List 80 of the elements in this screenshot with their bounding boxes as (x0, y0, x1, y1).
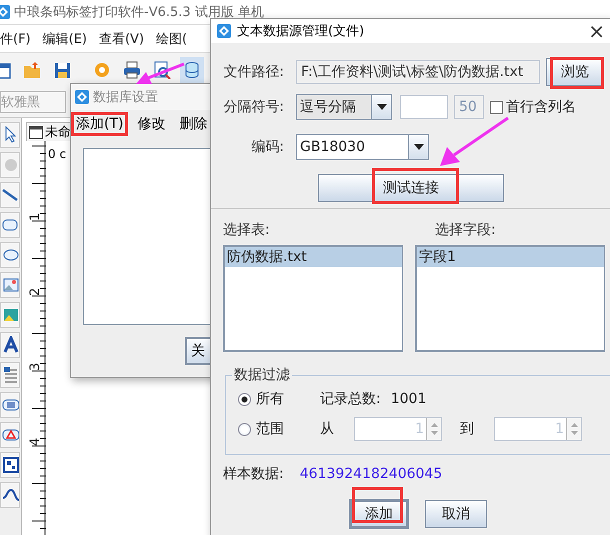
list-item[interactable]: 防伪数据.txt (225, 247, 402, 267)
menu-item[interactable]: 添加(T) (71, 112, 128, 136)
list-box[interactable]: 字段1 (415, 245, 605, 352)
ruler-origin-label: 0 c (48, 147, 66, 163)
app-logo-icon (217, 24, 231, 38)
database-icon (183, 60, 201, 78)
tool-button[interactable] (0, 482, 20, 508)
spinner-arrows-icon (570, 421, 578, 437)
document-tab[interactable]: 未命 (26, 122, 73, 141)
tool-button[interactable] (0, 332, 20, 358)
print-preview-icon (153, 60, 171, 78)
tool-button[interactable] (0, 182, 20, 208)
radio-button[interactable] (238, 392, 251, 406)
radio-button[interactable] (238, 422, 251, 436)
range-label: 从 (320, 420, 334, 438)
qr-code-icon (2, 456, 19, 474)
list-box[interactable]: 防伪数据.txt (223, 245, 403, 352)
ruler-number: 3 (28, 362, 43, 371)
checkbox-label: 首行含列名 (506, 98, 576, 116)
sample-label: 样本数据: (223, 465, 284, 483)
curve-icon (2, 486, 19, 504)
menu-item[interactable]: 查看(V) (98, 30, 144, 48)
sample-value: 4613924182406045 (300, 466, 442, 482)
dialog-title: 文本数据源管理(文件) (237, 23, 364, 40)
save-icon (53, 60, 71, 78)
ruler-number: 2 (28, 288, 43, 296)
field-label: 分隔符号: (223, 98, 284, 116)
ruler-number: 1 (28, 212, 43, 221)
tool-button[interactable] (0, 392, 20, 418)
toolbar-button[interactable] (180, 56, 204, 82)
pointer-arrow (440, 116, 509, 166)
folder-icon (23, 60, 41, 78)
pointer-arrow (136, 62, 185, 84)
line-icon (2, 186, 19, 204)
caret-icon (376, 104, 386, 110)
radio-label: 范围 (256, 420, 284, 438)
ruler-number: 4 (28, 438, 43, 446)
group-title: 数据过滤 (233, 366, 291, 384)
custom-separator-field[interactable] (400, 95, 448, 119)
field-label: 文件路径: (223, 63, 284, 81)
rich-text-icon (2, 366, 19, 384)
encoding-dropdown[interactable]: GB18030 (296, 134, 429, 160)
window-title: 中琅条码标签打印软件-V6.5.3 试用版 单机 (14, 4, 264, 21)
radio-label: 所有 (256, 390, 284, 408)
field-label: 编码: (250, 138, 284, 156)
tool-button[interactable] (0, 212, 20, 238)
file-path-field[interactable]: F:\工作资料\测试\标签\防伪数据.txt (296, 60, 540, 84)
menu-item[interactable]: 绘图( (156, 30, 188, 48)
tool-button[interactable] (0, 242, 20, 268)
tool-button[interactable] (0, 272, 20, 298)
dialog-button[interactable]: 取消 (425, 500, 487, 528)
menu-item[interactable]: 修改 (132, 112, 170, 136)
app-logo-icon (75, 90, 89, 104)
window-icon (29, 126, 43, 138)
test-connection-button[interactable]: 测试连接 (318, 174, 504, 202)
menu-item[interactable]: 编辑(E) (42, 30, 87, 48)
picture-icon (2, 306, 19, 324)
menu-item[interactable]: 删除 (174, 112, 212, 136)
list-heading: 选择表: (223, 221, 271, 239)
image-icon (2, 276, 19, 294)
disabled-tool-icon (2, 156, 19, 174)
dialog-title: 数据库设置 (93, 89, 158, 106)
count-label: 记录总数: (320, 390, 381, 408)
menu-item[interactable]: 件(F) (0, 30, 31, 48)
text-icon (2, 336, 19, 354)
checkbox[interactable] (490, 100, 503, 114)
separator-dropdown[interactable]: 逗号分隔 (296, 94, 392, 120)
tool-button[interactable] (0, 362, 20, 388)
spinner-arrows-icon (430, 421, 438, 437)
range-label: 到 (460, 420, 474, 438)
count-value: 1001 (390, 391, 426, 407)
tool-button[interactable] (0, 422, 20, 448)
gear-icon (93, 60, 111, 78)
printer-icon (123, 60, 141, 78)
tool-button[interactable] (0, 122, 20, 148)
close-button[interactable]: × (588, 21, 605, 41)
tool-button[interactable] (0, 452, 20, 478)
list-heading: 选择字段: (434, 221, 497, 239)
list-item[interactable]: 字段1 (417, 247, 604, 267)
caret-icon (414, 144, 424, 150)
